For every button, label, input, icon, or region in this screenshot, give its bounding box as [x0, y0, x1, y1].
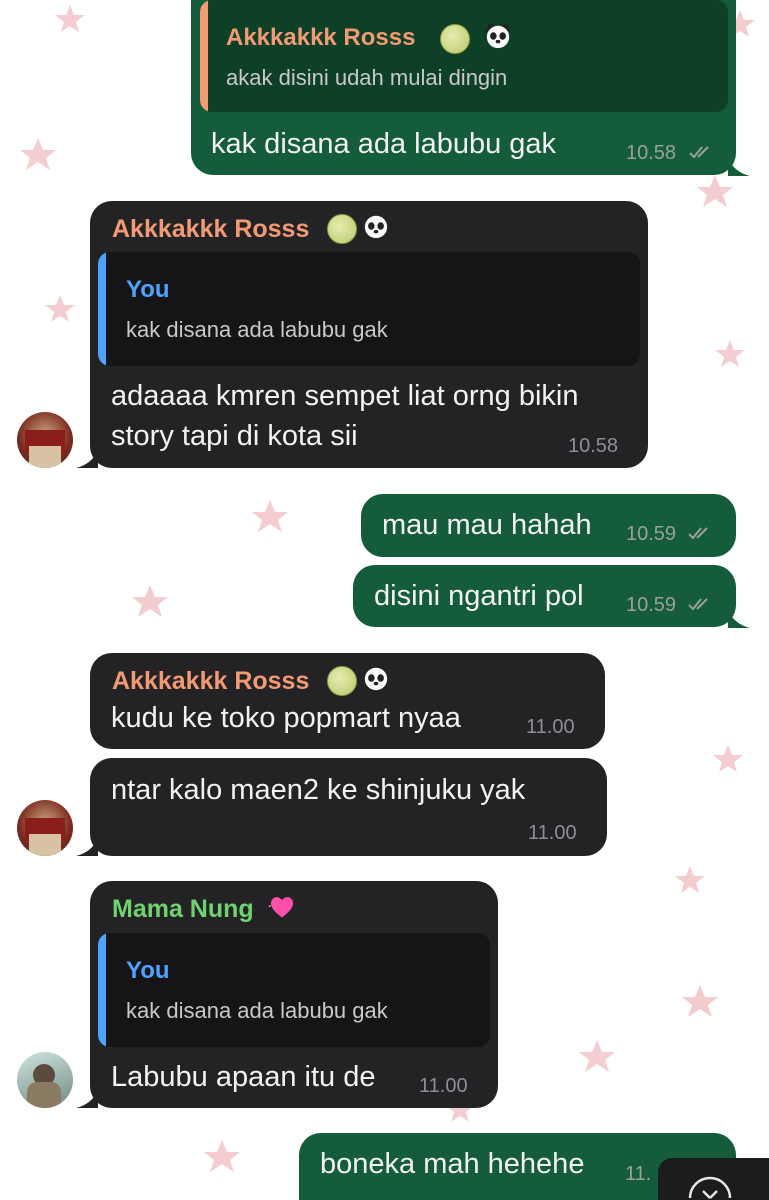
message-time: 11.00	[528, 822, 577, 844]
message-sender: Mama Nung	[112, 895, 254, 923]
message-text-line: adaaaa kmren sempet liat orng bikin	[111, 380, 579, 412]
bubble-tail	[728, 610, 750, 628]
outgoing-message[interactable]: Akkkakkk Rosss akak disini udah mulai di…	[191, 0, 736, 175]
reply-quote[interactable]: You kak disana ada labubu gak	[98, 252, 640, 366]
message-text: disini ngantri pol	[374, 580, 584, 612]
message-time: 11.	[625, 1163, 652, 1185]
star-icon	[252, 500, 288, 532]
outgoing-message[interactable]: disini ngantri pol 10.59	[353, 565, 736, 627]
read-ticks-icon	[688, 527, 708, 540]
incoming-message[interactable]: Mama Nung You kak disana ada labubu gak …	[90, 881, 498, 1108]
quote-sender: You	[126, 276, 170, 303]
quote-text: akak disini udah mulai dingin	[226, 65, 508, 90]
contact-avatar[interactable]	[17, 412, 73, 468]
message-text: Labubu apaan itu de	[111, 1061, 376, 1093]
chevron-down-icon	[688, 1176, 732, 1199]
quote-text: kak disana ada labubu gak	[126, 317, 388, 342]
read-ticks-icon	[689, 146, 709, 159]
reply-quote[interactable]: Akkkakkk Rosss akak disini udah mulai di…	[200, 0, 728, 112]
melon-emoji-icon	[327, 666, 357, 696]
star-icon	[45, 295, 75, 322]
panda-emoji-icon	[363, 213, 389, 239]
incoming-message[interactable]: Akkkakkk Rosss kudu ke toko popmart nyaa…	[90, 653, 605, 749]
melon-emoji-icon	[440, 24, 470, 54]
message-time: 10.59	[626, 594, 677, 616]
melon-emoji-icon	[327, 214, 357, 244]
contact-avatar[interactable]	[17, 1052, 73, 1108]
message-sender: Akkkakkk Rosss	[112, 215, 310, 243]
quote-text: kak disana ada labubu gak	[126, 998, 388, 1023]
message-time: 10.59	[626, 523, 677, 545]
message-time: 10.58	[568, 435, 619, 457]
star-icon	[713, 745, 743, 772]
message-text: mau mau hahah	[382, 509, 592, 541]
sparkling-heart-icon	[268, 896, 296, 918]
message-text: boneka mah hehehe	[320, 1148, 585, 1180]
star-icon	[20, 138, 56, 170]
outgoing-message[interactable]: mau mau hahah 10.59	[361, 494, 736, 557]
message-sender: Akkkakkk Rosss	[112, 667, 310, 695]
message-text-line: story tapi di kota sii	[111, 420, 358, 452]
star-icon	[132, 585, 168, 617]
scroll-to-bottom-button[interactable]	[658, 1158, 769, 1200]
quote-sender: Akkkakkk Rosss	[226, 24, 416, 51]
panda-emoji-icon	[485, 23, 511, 49]
bubble-tail	[728, 158, 750, 176]
message-time: 11.00	[526, 716, 575, 738]
read-ticks-icon	[688, 598, 708, 611]
star-icon	[715, 340, 745, 367]
incoming-message[interactable]: ntar kalo maen2 ke shinjuku yak 11.00	[90, 758, 607, 856]
reply-quote[interactable]: You kak disana ada labubu gak	[98, 933, 490, 1047]
message-time: 11.00	[419, 1075, 468, 1097]
quote-sender: You	[126, 957, 170, 984]
star-icon	[675, 866, 705, 893]
star-icon	[204, 1140, 240, 1172]
contact-avatar[interactable]	[17, 800, 73, 856]
star-icon	[682, 985, 718, 1017]
message-text: ntar kalo maen2 ke shinjuku yak	[111, 774, 526, 806]
message-text: kudu ke toko popmart nyaa	[111, 702, 461, 734]
message-time: 10.58	[626, 142, 677, 164]
star-icon	[579, 1040, 615, 1072]
star-icon	[697, 175, 733, 207]
star-icon	[55, 5, 85, 32]
message-text: kak disana ada labubu gak	[211, 128, 557, 160]
incoming-message[interactable]: Akkkakkk Rosss You kak disana ada labubu…	[90, 201, 648, 468]
panda-emoji-icon	[363, 665, 389, 691]
